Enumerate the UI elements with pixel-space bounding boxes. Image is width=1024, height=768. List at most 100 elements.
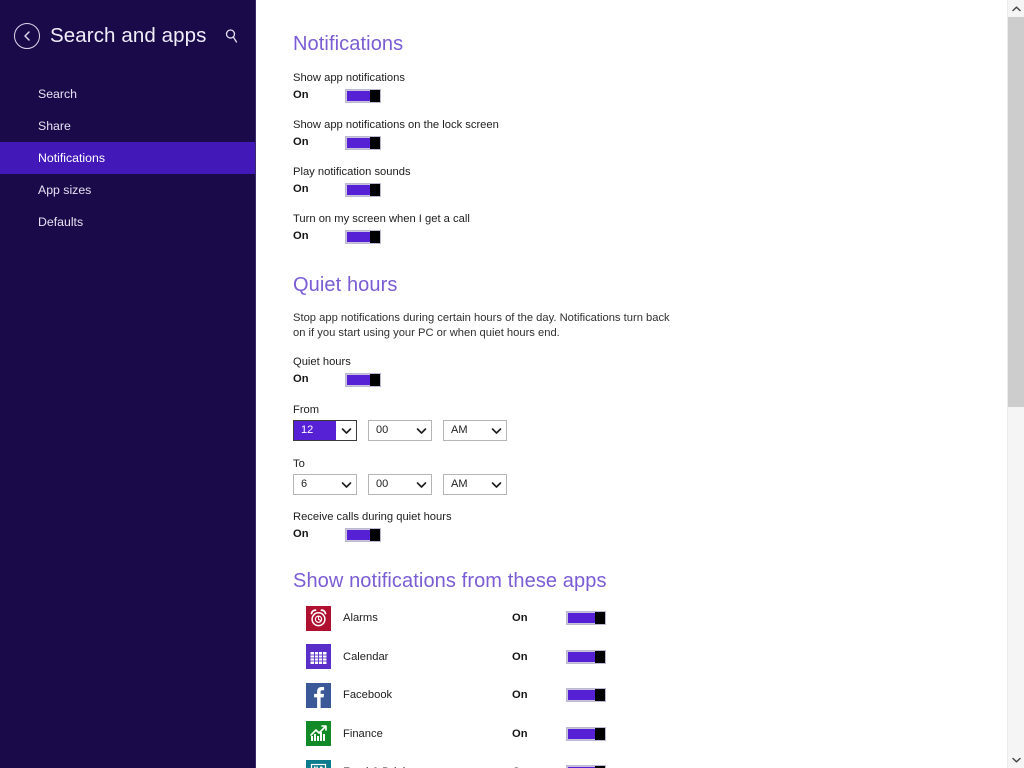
- toggle-thumb: [370, 528, 380, 541]
- quiet-hours-description: Stop app notifications during certain ho…: [293, 312, 670, 339]
- settings-window: Search and apps Search Share Notificatio…: [0, 0, 1024, 768]
- apps-heading: Show notifications from these apps: [293, 570, 607, 592]
- sidebar-item-share[interactable]: Share: [0, 110, 255, 142]
- toggle-fill: [347, 90, 370, 101]
- toggle-state-label: On: [293, 136, 309, 148]
- toggle-fill: [347, 184, 370, 195]
- app-state-label: On: [512, 727, 528, 740]
- to-meridiem-value: AM: [451, 478, 468, 490]
- chevron-down-icon: [486, 427, 506, 435]
- toggle-switch[interactable]: [345, 372, 381, 387]
- toggle-switch[interactable]: [345, 88, 381, 103]
- list-item[interactable]: Food & Drink On: [306, 753, 1024, 768]
- from-minute-value: 00: [376, 424, 389, 436]
- to-minute-value: 00: [376, 478, 389, 490]
- from-meridiem-value: AM: [451, 424, 468, 436]
- toggle-fill: [568, 728, 595, 739]
- app-name: Facebook: [343, 689, 393, 702]
- toggle-thumb: [370, 230, 380, 243]
- search-icon[interactable]: [223, 27, 241, 45]
- finance-chart-icon: [306, 721, 331, 747]
- list-item[interactable]: Alarms On: [306, 599, 1024, 638]
- toggle-fill: [568, 651, 595, 662]
- setting-lock-screen-notifications: Show app notifications on the lock scree…: [293, 118, 1024, 150]
- page-title: Search and apps: [50, 24, 207, 47]
- toggle-switch[interactable]: [345, 229, 381, 244]
- to-label: To: [293, 458, 305, 470]
- sidebar-item-label: Share: [38, 119, 71, 133]
- toggle-fill: [347, 231, 370, 242]
- quiet-hours-heading: Quiet hours: [293, 274, 398, 296]
- toggle-row: On: [293, 182, 1024, 197]
- toggle-row: On: [293, 88, 1024, 103]
- alarm-clock-icon: [306, 605, 331, 631]
- setting-receive-calls: Receive calls during quiet hours On: [293, 510, 1024, 542]
- chevron-down-icon: [336, 427, 356, 435]
- to-dropdown-row: 6 00 AM: [293, 474, 1024, 495]
- back-arrow-icon[interactable]: [14, 23, 40, 49]
- toggle-switch[interactable]: [566, 611, 606, 626]
- toggle-state-label: On: [293, 373, 309, 385]
- to-minute-select[interactable]: 00: [368, 474, 432, 495]
- app-state-label: On: [512, 689, 528, 702]
- chevron-down-icon: [486, 481, 506, 489]
- chevron-down-icon: [336, 481, 356, 489]
- to-hour-select[interactable]: 6: [293, 474, 357, 495]
- from-label: From: [293, 404, 320, 416]
- facebook-icon: [306, 682, 331, 708]
- toggle-thumb: [370, 183, 380, 196]
- app-name: Finance: [343, 727, 383, 740]
- sidebar-item-app-sizes[interactable]: App sizes: [0, 174, 255, 206]
- setting-label: Show app notifications: [293, 72, 405, 84]
- toggle-fill: [347, 137, 370, 148]
- toggle-switch[interactable]: [345, 135, 381, 150]
- toggle-state-label: On: [293, 89, 309, 101]
- toggle-thumb: [370, 89, 380, 102]
- sidebar-item-label: App sizes: [38, 183, 92, 197]
- list-item[interactable]: Finance On: [306, 715, 1024, 754]
- from-hour-value: 12: [294, 421, 336, 440]
- setting-label: Show app notifications on the lock scree…: [293, 119, 499, 131]
- to-meridiem-select[interactable]: AM: [443, 474, 507, 495]
- sidebar-item-label: Notifications: [38, 151, 105, 165]
- setting-label: Play notification sounds: [293, 166, 411, 178]
- sidebar-item-notifications[interactable]: Notifications: [0, 142, 255, 174]
- setting-label: Receive calls during quiet hours: [293, 511, 452, 523]
- chevron-down-icon: [411, 427, 431, 435]
- setting-label: Quiet hours: [293, 356, 351, 368]
- app-state-label: On: [512, 612, 528, 625]
- to-hour-value: 6: [301, 478, 308, 490]
- from-minute-select[interactable]: 00: [368, 420, 432, 441]
- from-meridiem-select[interactable]: AM: [443, 420, 507, 441]
- toggle-switch[interactable]: [566, 649, 606, 664]
- toggle-switch[interactable]: [566, 726, 606, 741]
- list-item[interactable]: Calendar On: [306, 638, 1024, 677]
- setting-quiet-hours: Quiet hours On: [293, 355, 1024, 387]
- toggle-row: On: [293, 527, 1024, 542]
- setting-screen-on-call: Turn on my screen when I get a call On: [293, 212, 1024, 244]
- toggle-switch[interactable]: [345, 527, 381, 542]
- toggle-thumb: [595, 612, 605, 625]
- toggle-thumb: [595, 727, 605, 740]
- toggle-switch[interactable]: [345, 182, 381, 197]
- toggle-thumb: [595, 689, 605, 702]
- chevron-up-icon[interactable]: [1008, 0, 1024, 17]
- app-notification-list: Alarms On Calendar On Facebook On Financ…: [293, 599, 1024, 768]
- vertical-scrollbar[interactable]: [1007, 0, 1024, 768]
- toggle-switch[interactable]: [566, 688, 606, 703]
- sidebar: Search and apps Search Share Notificatio…: [0, 0, 256, 768]
- from-hour-select[interactable]: 12: [293, 420, 357, 441]
- toggle-thumb: [370, 136, 380, 149]
- toggle-thumb: [595, 650, 605, 663]
- toggle-state-label: On: [293, 528, 309, 540]
- chevron-down-icon: [411, 481, 431, 489]
- notifications-heading: Notifications: [293, 33, 404, 55]
- sidebar-nav: Search Share Notifications App sizes Def…: [0, 78, 255, 238]
- list-item[interactable]: Facebook On: [306, 676, 1024, 715]
- sidebar-item-defaults[interactable]: Defaults: [0, 206, 255, 238]
- scrollbar-thumb[interactable]: [1008, 17, 1024, 407]
- toggle-fill: [347, 374, 370, 385]
- sidebar-item-search[interactable]: Search: [0, 78, 255, 110]
- chevron-down-icon[interactable]: [1008, 751, 1024, 768]
- setting-label: Turn on my screen when I get a call: [293, 213, 470, 225]
